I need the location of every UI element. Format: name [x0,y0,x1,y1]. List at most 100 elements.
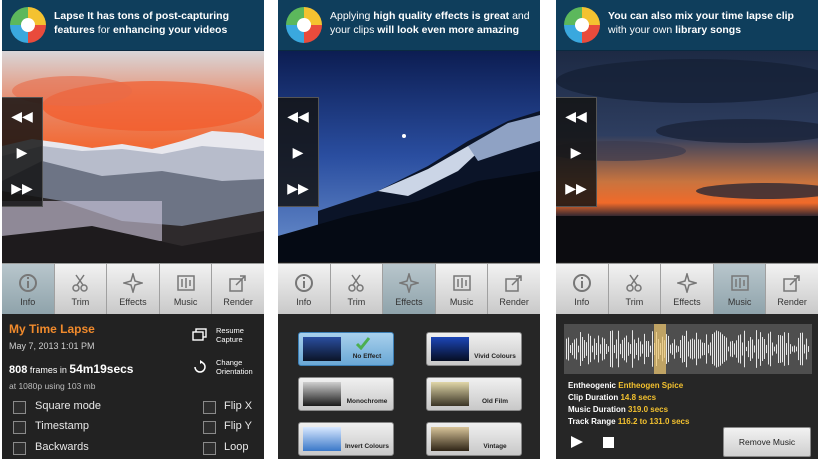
playback-controls: ◀◀ ▶ ▶▶ [2,97,43,207]
play-icon[interactable] [570,435,584,449]
waveform-bar [598,335,599,363]
track-range-selection[interactable] [654,324,666,374]
waveform-bar [666,334,667,364]
audio-waveform[interactable] [564,324,812,374]
waveform-bar [766,344,767,354]
fast-forward-button[interactable]: ▶▶ [278,170,318,206]
effect-old-film[interactable]: Old Film [426,377,522,411]
loop-checkbox[interactable] [203,442,216,455]
info-icon [293,272,315,294]
rewind-button[interactable]: ◀◀ [556,98,596,134]
tab-music-label: Music [727,296,752,307]
screen-effects: Applying high quality effects is great a… [278,0,540,459]
waveform-bar [590,335,591,363]
effect-vintage[interactable]: Vintage [426,422,522,456]
waveform-bar [708,344,709,354]
timestamp-checkbox[interactable] [13,421,26,434]
tab-info[interactable]: Info [278,264,331,314]
waveform-bar [686,330,687,368]
tab-effects[interactable]: Effects [661,264,714,314]
tab-effects[interactable]: Effects [383,264,436,314]
tab-effects-label: Effects [395,296,423,307]
waveform-bar [576,338,577,360]
waveform-bar [704,342,705,356]
tab-render[interactable]: Render [766,264,818,314]
tab-render-label: Render [223,296,253,307]
play-button[interactable]: ▶ [556,134,596,170]
info-panel: My Time Lapse May 7, 2013 1:01 PM 808 fr… [2,314,264,459]
waveform-bar [608,346,609,352]
stop-icon[interactable] [602,436,615,449]
waveform-bar [606,344,607,354]
square-mode-checkbox[interactable] [13,401,26,414]
effect-monochrome[interactable]: Monochrome [298,377,394,411]
tab-music[interactable]: Music [713,264,767,314]
tab-bar: Info Trim Effects Music Render [278,263,540,314]
remove-music-button[interactable]: Remove Music [723,427,811,457]
waveform-bar [702,342,703,356]
waveform-bar [796,346,797,352]
tab-trim[interactable]: Trim [330,264,384,314]
tab-music-label: Music [449,296,474,307]
waveform-bar [674,339,675,359]
tab-render[interactable]: Render [212,264,264,314]
sparkle-icon [398,272,420,294]
tab-effects[interactable]: Effects [107,264,160,314]
waveform-bar [588,333,589,365]
effect-no-effect[interactable]: No Effect [298,332,394,366]
waveform-bar [600,344,601,354]
tab-info[interactable]: Info [2,264,55,314]
waveform-bar [726,337,727,361]
effect-thumbnail [431,382,469,406]
song-line: Entheogenic Entheogen Spice [568,381,684,390]
effect-invert-colours[interactable]: Invert Colours [298,422,394,456]
waveform-bar [618,330,619,368]
waveform-bar [616,339,617,359]
tab-info-label: Info [20,296,36,307]
checkmark-icon [355,337,371,350]
waveform-bar [774,346,775,352]
waveform-bar [736,340,737,358]
playback-controls: ◀◀ ▶ ▶▶ [556,97,597,207]
waveform-bar [756,330,757,368]
flip-y-checkbox[interactable] [203,421,216,434]
tab-music[interactable]: Music [435,264,489,314]
fast-forward-button[interactable]: ▶▶ [2,170,42,206]
waveform-bar [682,335,683,363]
waveform-bar [794,345,795,353]
tab-render-label: Render [499,296,529,307]
waveform-bar [626,335,627,363]
tab-trim-label: Trim [71,296,90,307]
timestamp-label: Timestamp [35,420,89,432]
track-range-line: Track Range 116.2 to 131.0 secs [568,417,690,426]
waveform-bar [596,343,597,355]
tab-trim[interactable]: Trim [608,264,662,314]
music-duration-line: Music Duration 319.0 secs [568,405,669,414]
waveform-bar [594,338,595,360]
tab-render[interactable]: Render [488,264,540,314]
waveform-bar [790,344,791,354]
backwards-checkbox[interactable] [13,442,26,455]
tab-info[interactable]: Info [556,264,609,314]
waveform-bar [604,338,605,360]
rewind-button[interactable]: ◀◀ [2,98,42,134]
effect-vivid-colours[interactable]: Vivid Colours [426,332,522,366]
preview-image: ◀◀ ▶ ▶▶ [556,51,818,262]
waveform-bar [566,338,567,360]
fast-forward-button[interactable]: ▶▶ [556,170,596,206]
play-button[interactable]: ▶ [2,134,42,170]
waveform-bar [808,346,809,352]
waveform-bar [802,332,803,366]
export-icon [227,272,249,294]
waveform-bar [800,332,801,366]
play-button[interactable]: ▶ [278,134,318,170]
waveform-bar [724,336,725,362]
flip-x-checkbox[interactable] [203,401,216,414]
waveform-bar [640,341,641,357]
tab-music[interactable]: Music [159,264,213,314]
waveform-bar [780,335,781,363]
waveform-bar [730,341,731,357]
waveform-bar [770,331,771,367]
rewind-button[interactable]: ◀◀ [278,98,318,134]
tab-trim[interactable]: Trim [54,264,108,314]
